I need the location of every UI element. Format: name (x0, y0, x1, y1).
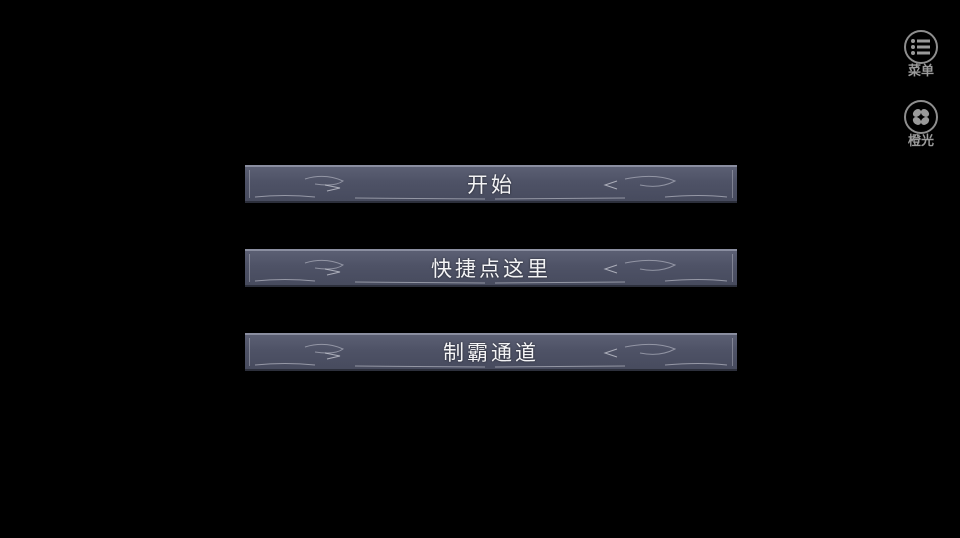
game-screen: 菜单 橙光 开始 快捷点这里 制霸通道 (0, 0, 960, 538)
conquer-channel-button[interactable]: 制霸通道 (245, 333, 737, 371)
start-button[interactable]: 开始 (245, 165, 737, 203)
start-label: 开始 (467, 173, 515, 197)
shortcut-label: 快捷点这里 (431, 257, 551, 281)
shortcut-button[interactable]: 快捷点这里 (245, 249, 737, 287)
list-icon (904, 30, 938, 64)
menu-tool-label: 菜单 (907, 64, 934, 79)
conquer-channel-label: 制霸通道 (443, 341, 539, 365)
orange-tool-label: 橙光 (907, 134, 934, 149)
orange-tool-button[interactable]: 橙光 (898, 100, 944, 150)
orange-logo-icon (904, 100, 938, 134)
menu-tool-button[interactable]: 菜单 (898, 30, 944, 80)
